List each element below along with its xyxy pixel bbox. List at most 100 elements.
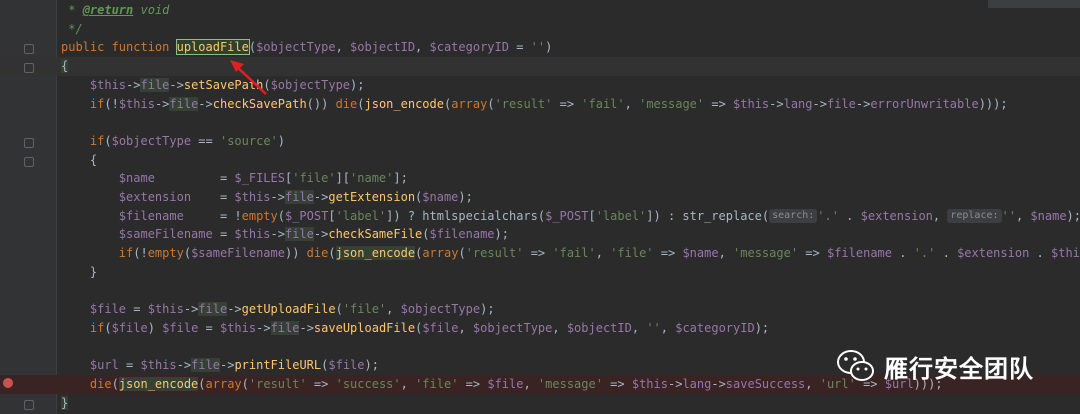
code-line[interactable]: if(!empty($sameFilename)) die(json_encod… xyxy=(0,244,1080,263)
code-line[interactable]: $extension = $this->file->getExtension($… xyxy=(0,188,1080,207)
code-token: $this xyxy=(234,190,271,204)
code-line[interactable]: { xyxy=(0,57,1080,76)
wechat-icon xyxy=(837,350,874,381)
fold-marker-close-brace[interactable] xyxy=(24,400,34,410)
code-token: die xyxy=(306,246,329,261)
code-token: -> xyxy=(219,358,235,373)
code-token: -> xyxy=(176,358,192,373)
code-token: getExtension xyxy=(328,190,416,204)
code-token: $extension xyxy=(118,190,192,204)
code-line[interactable]: } xyxy=(0,263,1080,282)
code-line-text: */ xyxy=(61,20,82,39)
code-token: , xyxy=(932,208,948,223)
code-token: ( xyxy=(111,377,119,391)
code-token: -> xyxy=(270,227,285,242)
code-token: 'message' xyxy=(537,377,603,391)
code-line[interactable]: */ xyxy=(0,20,1080,39)
code-line[interactable]: $this->file->setSavePath($objectType); xyxy=(0,76,1080,95)
code-token: 'source' xyxy=(219,133,278,148)
fold-marker-if[interactable] xyxy=(24,138,34,148)
code-line[interactable]: public function uploadFile($objectType, … xyxy=(0,38,1080,57)
code-token: = ! xyxy=(183,208,242,223)
code-token: file xyxy=(169,96,199,111)
code-token: lang xyxy=(783,96,813,111)
code-token: , xyxy=(523,377,538,391)
code-token: = xyxy=(198,320,220,335)
code-line[interactable]: { xyxy=(0,151,1080,170)
code-token: . xyxy=(892,246,914,261)
code-token: => xyxy=(602,377,632,391)
code-line[interactable]: if($file) $file = $this->file->saveUploa… xyxy=(0,319,1080,338)
fold-marker-if-brace[interactable] xyxy=(24,157,34,167)
code-line[interactable]: if($objectType == 'source') xyxy=(0,132,1080,151)
code-token: = xyxy=(126,302,148,317)
code-token: $objectType xyxy=(256,40,336,55)
code-token: ( xyxy=(458,246,466,261)
code-token: ( xyxy=(422,227,430,242)
code-token: [ xyxy=(588,208,596,223)
code-token: 'result' xyxy=(465,246,524,261)
code-token: saveUploadFile xyxy=(313,320,416,335)
code-token: ); xyxy=(754,320,770,335)
code-line[interactable]: $sameFilename = $this->file->checkSameFi… xyxy=(0,225,1080,244)
code-token: -> xyxy=(855,96,871,111)
fold-marker-open-brace[interactable] xyxy=(24,63,34,73)
code-token: $this xyxy=(234,227,271,242)
code-token: ][ xyxy=(335,171,351,186)
code-token: ]) ? htmlspecialchars( xyxy=(386,208,546,223)
code-token: => xyxy=(798,246,827,261)
code-token: [ xyxy=(328,208,336,223)
code-token: , xyxy=(595,246,611,261)
code-token: , xyxy=(386,302,401,317)
code-token: ( xyxy=(104,320,112,335)
code-line[interactable]: $file = $this->file->getUploadFile('file… xyxy=(0,300,1080,319)
code-token: $this xyxy=(118,96,155,111)
code-token: file xyxy=(191,358,220,373)
code-token: json_encode xyxy=(335,246,416,261)
code-line[interactable]: } xyxy=(0,394,1080,413)
code-token: ]; xyxy=(393,171,408,186)
code-token: $this- xyxy=(1051,246,1080,261)
code-token: $url xyxy=(89,358,119,373)
code-token: 'label' xyxy=(595,208,647,223)
code-token: $name xyxy=(1030,208,1067,223)
code-token: json_encode xyxy=(118,377,199,391)
code-token: 'file' xyxy=(342,302,387,317)
code-line[interactable]: $name = $_FILES['file']['name']; xyxy=(0,169,1080,188)
code-line[interactable] xyxy=(0,113,1080,132)
code-token: -> xyxy=(270,190,285,204)
code-token: . xyxy=(1029,246,1051,261)
code-token: json_encode xyxy=(364,96,444,111)
code-token: '.' xyxy=(913,246,936,261)
code-line[interactable] xyxy=(0,282,1080,301)
code-token: 'label' xyxy=(335,208,387,223)
fold-marker-function[interactable] xyxy=(24,44,34,54)
code-line[interactable]: $filename = !empty($_POST['label']) ? ht… xyxy=(0,207,1080,226)
code-line-text: } xyxy=(61,263,97,282)
code-token: ( xyxy=(183,246,192,261)
code-token: , xyxy=(660,320,676,335)
code-line[interactable]: if(!$this->file->checkSavePath()) die(js… xyxy=(0,95,1080,114)
code-token: ( xyxy=(198,377,206,391)
code-token: $file xyxy=(89,302,127,317)
code-token: lang xyxy=(682,377,712,391)
breakpoint-icon[interactable] xyxy=(3,378,13,388)
code-token: , xyxy=(631,320,647,335)
code-token: $file xyxy=(328,358,365,373)
code-token: } xyxy=(61,395,69,410)
code-line-text: } xyxy=(61,394,69,413)
code-token: ( xyxy=(277,208,285,223)
code-token: , xyxy=(552,320,567,335)
code-token: $objectType xyxy=(472,320,553,335)
code-line-text: $file = $this->file->getUploadFile('file… xyxy=(61,300,495,319)
code-token: -> xyxy=(183,302,199,317)
code-token: $sameFilename xyxy=(191,246,285,261)
code-token: -> xyxy=(711,377,726,391)
code-token: array xyxy=(422,246,459,261)
code-line-text: $url = $this->file->printFileURL($file); xyxy=(61,356,379,375)
code-token: $filename xyxy=(429,227,495,242)
code-line[interactable]: * @return void xyxy=(0,1,1080,20)
code-token: ) xyxy=(147,320,163,335)
code-token: ); xyxy=(364,358,379,373)
code-token: public function xyxy=(61,40,177,55)
